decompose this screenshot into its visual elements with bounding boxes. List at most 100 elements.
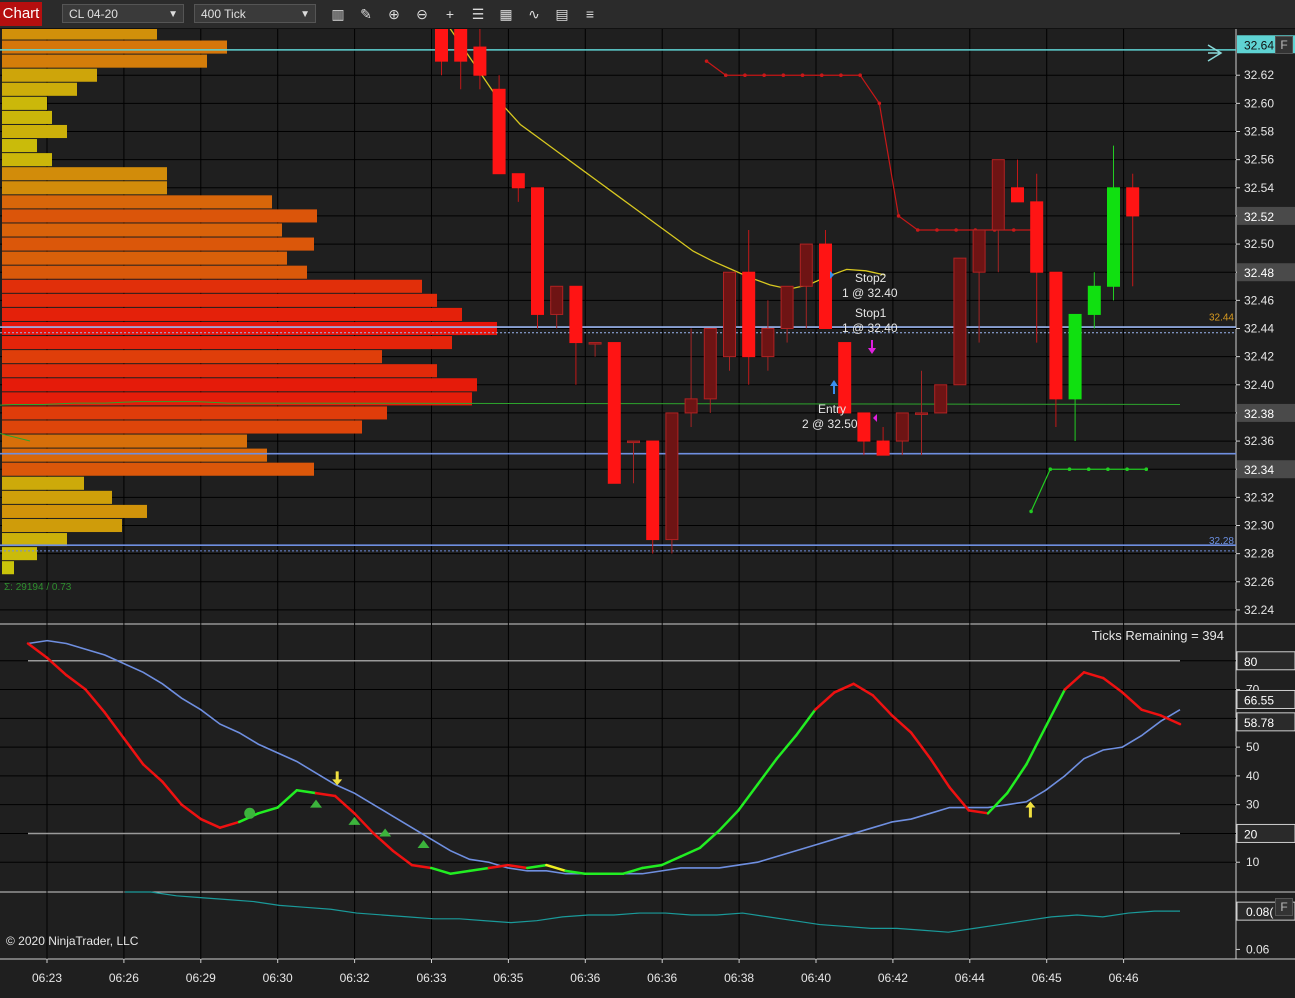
volume-profile-bar	[2, 139, 37, 153]
volume-profile-summary: Σ: 29194 / 0.73	[4, 582, 72, 593]
candle-body	[684, 398, 698, 414]
x-tick-label: 06:35	[493, 971, 523, 985]
y-tick-label: 32.60	[1244, 96, 1274, 110]
x-tick-label: 06:32	[340, 971, 370, 985]
value-marker-label: 66.55	[1244, 693, 1274, 707]
price-marker-label: 32.38	[1244, 407, 1274, 421]
crosshair-icon[interactable]: +	[440, 4, 460, 24]
y-tick-label: 30	[1246, 798, 1260, 812]
candle-body	[1030, 201, 1044, 273]
volume-profile-bar	[2, 462, 314, 476]
trailing-stop-dot	[819, 73, 824, 78]
chart-settings-button[interactable]: F	[1275, 36, 1293, 54]
candle-body	[703, 328, 717, 400]
volume-profile-bar	[2, 434, 247, 448]
volume-profile-bar	[2, 307, 462, 321]
interval-value: 400 Tick	[201, 7, 246, 21]
menu-icon[interactable]: ≡	[580, 4, 600, 24]
chart-title[interactable]: Chart	[0, 2, 42, 26]
candle-body	[915, 412, 928, 415]
volume-profile-bar	[2, 265, 307, 279]
candle-body	[1126, 187, 1140, 217]
trailing-stop-dot	[762, 73, 766, 78]
green-stop-dot	[1125, 467, 1129, 472]
volume-profile-bar	[2, 561, 14, 575]
candle-body	[819, 243, 832, 329]
chart-toolbar: Chart CL 04-20 ▼ 400 Tick ▼ ▥ ✎ ⊕ ⊖ + ☰ ▦ ∿ ▤ ≡	[0, 0, 1295, 29]
volume-profile-bar	[2, 336, 452, 350]
interval-select[interactable]: 400 Tick ▼	[194, 4, 316, 23]
x-tick-label: 06:46	[1109, 971, 1139, 985]
y-tick-label: 32.32	[1244, 490, 1274, 504]
x-tick-label: 06:29	[186, 971, 216, 985]
indicator-settings-button[interactable]: F	[1275, 898, 1293, 916]
volume-profile-bar	[2, 406, 387, 420]
candle-body	[1068, 313, 1082, 400]
y-tick-label: 32.44	[1244, 322, 1274, 336]
y-tick-label: 32.62	[1244, 68, 1274, 82]
candle-body	[607, 342, 621, 484]
volume-profile-bar	[2, 293, 437, 307]
x-tick-label: 06:42	[878, 971, 908, 985]
volume-profile-bar	[2, 476, 84, 490]
candle-body	[1011, 187, 1024, 203]
volume-profile-bar	[2, 518, 122, 533]
volume-profile-bar	[2, 279, 422, 293]
value-marker-label: 58.78	[1244, 716, 1274, 730]
price-level-label: 32.44	[1209, 312, 1234, 323]
entry-label: Entry	[818, 402, 846, 416]
bars-icon[interactable]: ▥	[328, 4, 348, 24]
ticks-remaining-label: Ticks Remaining = 394	[1092, 628, 1224, 643]
x-tick-label: 06:45	[1032, 971, 1062, 985]
candle-body	[742, 271, 756, 358]
volume-profile-bar	[2, 448, 267, 462]
volume-profile-bar	[2, 68, 97, 82]
price-marker-label: 32.48	[1244, 266, 1274, 280]
candle-body	[780, 285, 794, 329]
trailing-stop-dot	[915, 228, 920, 232]
volume-profile-bar	[2, 181, 167, 195]
green-stop-dot	[1086, 467, 1091, 472]
candle-body	[627, 440, 640, 444]
price-marker-label: 32.52	[1244, 210, 1274, 224]
candle-body	[646, 440, 660, 541]
candle-body	[435, 29, 448, 62]
volume-profile-bar	[2, 40, 227, 54]
volume-profile-bar	[2, 378, 477, 392]
green-stop-dot	[1067, 467, 1072, 472]
trailing-stop-dot	[781, 73, 786, 78]
indicator-icon[interactable]: ∿	[524, 4, 544, 24]
volume-profile-bar	[2, 547, 37, 561]
candle-body	[895, 412, 909, 442]
trailing-stop-dot	[896, 214, 901, 218]
y-tick-label: 32.28	[1244, 547, 1274, 561]
y-tick-label: 32.26	[1244, 575, 1274, 589]
instrument-value: CL 04-20	[69, 7, 118, 21]
green-stop-dot	[1048, 467, 1053, 472]
pencil-icon[interactable]: ✎	[356, 4, 376, 24]
green-stop-dot	[1106, 467, 1110, 472]
trailing-stop-dot	[935, 228, 939, 232]
stop2-label: Stop2	[855, 271, 887, 285]
instrument-select[interactable]: CL 04-20 ▼	[62, 4, 184, 23]
price-marker-label: 32.64	[1244, 38, 1274, 52]
y-tick-label: 32.50	[1244, 237, 1274, 251]
volume-profile-bar	[2, 82, 77, 96]
x-tick-label: 06:23	[32, 971, 62, 985]
value-marker-label: 20	[1244, 827, 1258, 841]
zoom-out-icon[interactable]: ⊖	[412, 4, 432, 24]
chart-canvas[interactable]: 06:23 06:26 06:29 06:30 06:32 06:33 06:35 06:36…	[0, 29, 1295, 998]
candle-body	[473, 46, 487, 76]
properties-icon[interactable]: ☰	[468, 4, 488, 24]
candle-body	[934, 384, 948, 414]
candle-body	[857, 412, 871, 442]
x-tick-label: 06:36	[647, 971, 677, 985]
zoom-in-icon[interactable]: ⊕	[384, 4, 404, 24]
template-icon[interactable]: ▤	[552, 4, 572, 24]
chevron-down-icon: ▼	[168, 9, 178, 20]
y-tick-label: 32.42	[1244, 350, 1274, 364]
value-marker-label: 80	[1244, 655, 1258, 669]
price-level-label: 32.28	[1209, 536, 1234, 547]
candle-body	[953, 257, 967, 386]
strategy-icon[interactable]: ▦	[496, 4, 516, 24]
